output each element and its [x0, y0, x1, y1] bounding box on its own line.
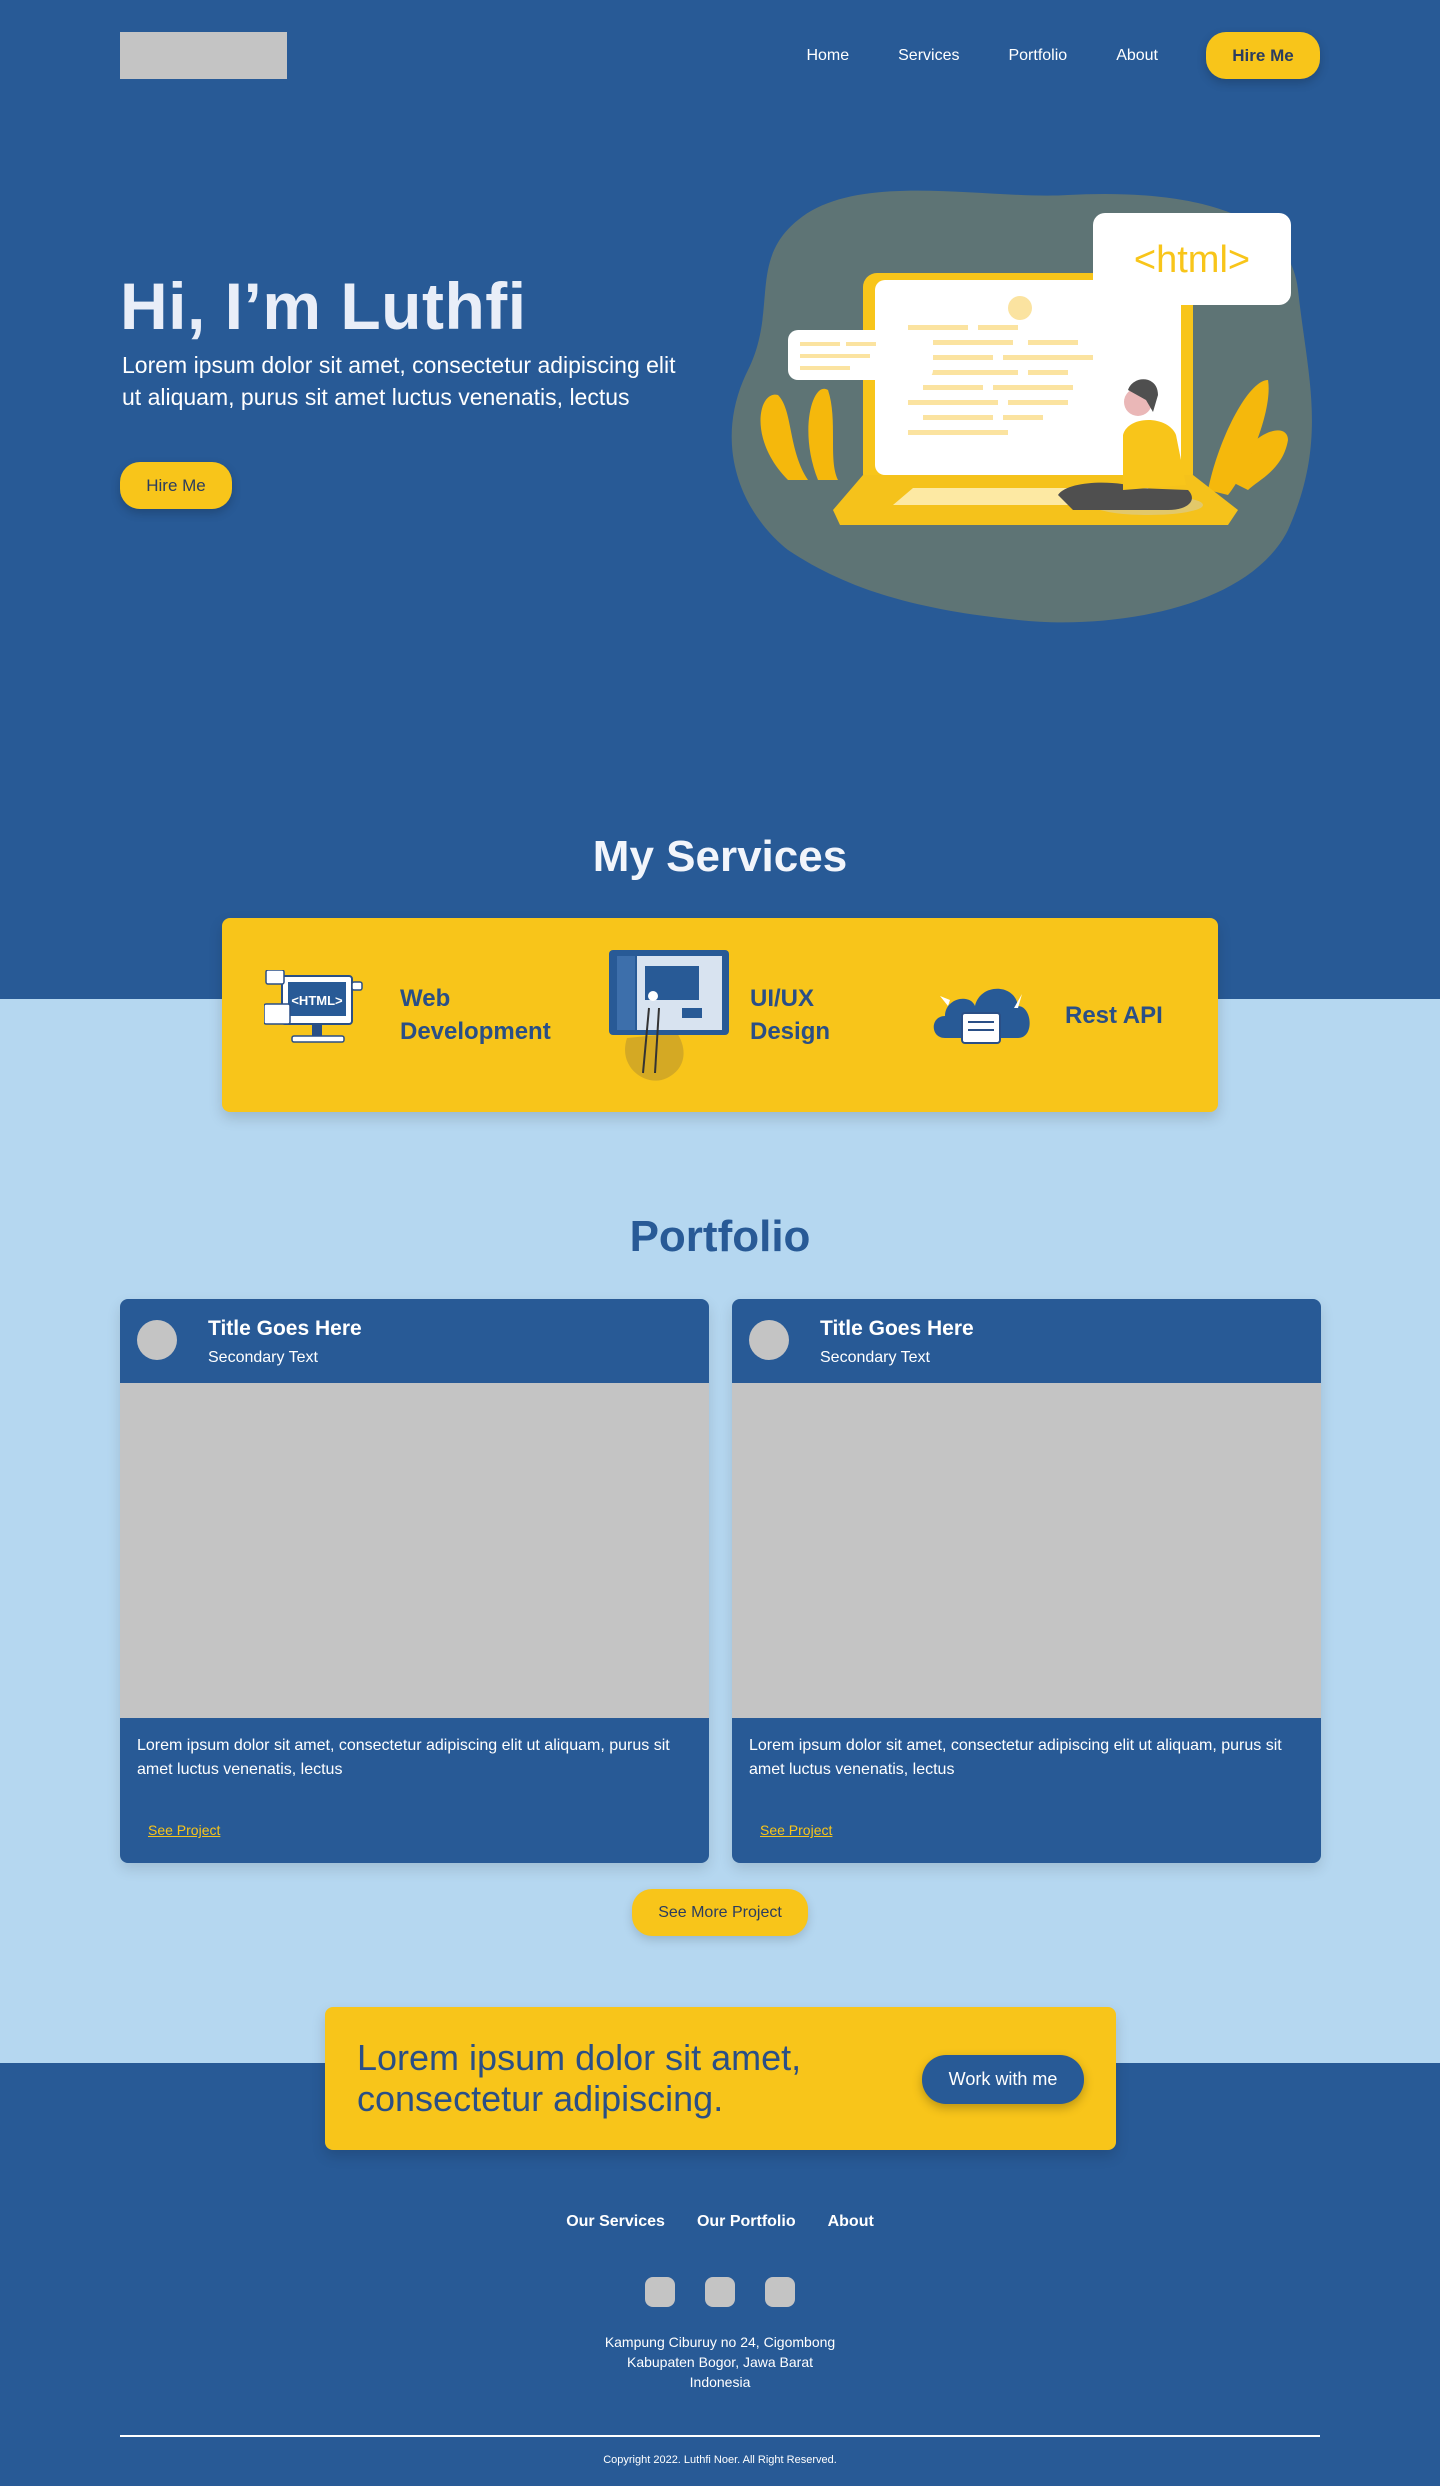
footer-link-our-portfolio[interactable]: Our Portfolio	[697, 2213, 796, 2231]
nav-item-services[interactable]: Services	[898, 47, 959, 65]
footer-divider	[120, 2435, 1320, 2437]
hero-illustration: <html>	[731, 190, 1312, 623]
ui-ux-design-icon	[609, 950, 729, 1081]
web-development-icon: <HTML>	[264, 970, 363, 1043]
portfolio-card-secondary: Secondary Text	[820, 1349, 930, 1366]
logo-placeholder[interactable]	[120, 32, 287, 79]
cta-text: Lorem ipsum dolor sit amet, consectetur …	[357, 2037, 802, 2119]
service-rest-api[interactable]: Rest API	[1065, 918, 1163, 1112]
work-with-me-button[interactable]: Work with me	[922, 2055, 1084, 2104]
hero-title: Hi, I’m Luthfi	[120, 269, 527, 343]
social-icon[interactable]	[765, 2277, 795, 2307]
nav-item-home[interactable]: Home	[806, 47, 849, 65]
address-line: Kampung Ciburuy no 24, Cigombong	[604, 2334, 836, 2350]
see-project-link[interactable]: See Project	[760, 1822, 832, 1838]
html-icon-text: <HTML>	[291, 993, 343, 1008]
address: Kampung Ciburuy no 24, Cigombong Kabupat…	[0, 2332, 1440, 2392]
footer-nav: Our Services Our Portfolio About	[0, 2213, 1440, 2231]
gear-icon	[1008, 296, 1032, 320]
social-icon[interactable]	[645, 2277, 675, 2307]
main-nav: Home Services Portfolio About Hire Me	[806, 32, 1320, 79]
nav-item-portfolio[interactable]: Portfolio	[1008, 47, 1067, 65]
service-label-web-development: Web Development	[400, 985, 551, 1045]
portfolio-card-image	[120, 1383, 709, 1718]
social-icon[interactable]	[705, 2277, 735, 2307]
service-ui-ux-design[interactable]: UI/UX Design	[750, 918, 860, 1112]
copyright: Copyright 2022. Luthfi Noer. All Right R…	[603, 2454, 837, 2466]
social-links	[0, 2277, 1440, 2307]
services-title: My Services	[592, 832, 848, 881]
portfolio-card-image	[732, 1383, 1321, 1718]
portfolio-card-title: Title Goes Here	[820, 1317, 974, 1340]
footer-link-our-services[interactable]: Our Services	[566, 2213, 665, 2231]
portfolio-card-secondary: Secondary Text	[208, 1349, 318, 1366]
footer-link-about[interactable]: About	[828, 2213, 874, 2231]
avatar	[749, 1320, 789, 1360]
portfolio-card: Title Goes Here Secondary Text Lorem ips…	[120, 1299, 709, 1863]
cta-banner: Lorem ipsum dolor sit amet, consectetur …	[325, 2007, 1116, 2150]
portfolio-card-description: Lorem ipsum dolor sit amet, consectetur …	[137, 1737, 670, 1778]
portfolio-card-description: Lorem ipsum dolor sit amet, consectetur …	[749, 1737, 1282, 1778]
rest-api-icon	[933, 988, 1030, 1044]
hire-me-nav-button[interactable]: Hire Me	[1206, 32, 1320, 79]
address-line: Kabupaten Bogor, Jawa Barat	[626, 2354, 814, 2370]
html-bubble-text: <html>	[1134, 239, 1250, 281]
see-project-link[interactable]: See Project	[148, 1822, 220, 1838]
hero-hire-me-button[interactable]: Hire Me	[120, 462, 232, 509]
nav-item-about[interactable]: About	[1116, 47, 1158, 65]
hero-subtitle: Lorem ipsum dolor sit amet, consectetur …	[122, 352, 676, 410]
services-card: <HTML> Web Development UI/UX Design Rest…	[222, 918, 1218, 1112]
portfolio-card-title: Title Goes Here	[208, 1317, 362, 1340]
portfolio-title: Portfolio	[629, 1212, 811, 1261]
service-web-development[interactable]: Web Development	[400, 918, 570, 1112]
service-label-rest-api: Rest API	[1065, 1001, 1163, 1029]
avatar	[137, 1320, 177, 1360]
service-label-ui-ux-design: UI/UX Design	[750, 985, 831, 1045]
portfolio-card: Title Goes Here Secondary Text Lorem ips…	[732, 1299, 1321, 1863]
see-more-project-button[interactable]: See More Project	[632, 1889, 808, 1936]
address-line: Indonesia	[689, 2374, 751, 2390]
